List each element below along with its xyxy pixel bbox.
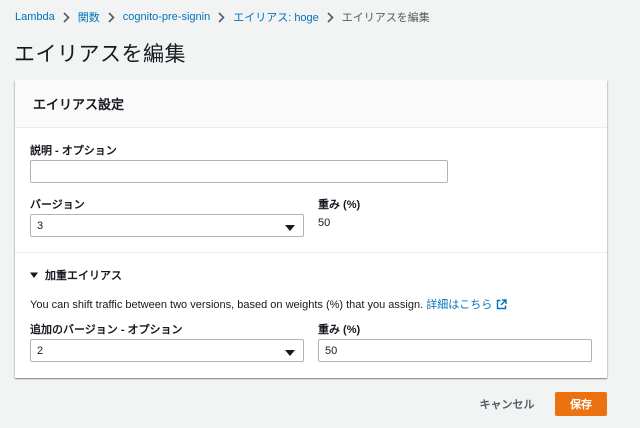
version-label: バージョン bbox=[30, 199, 85, 211]
description-label: 説明 - オプション bbox=[30, 145, 117, 157]
save-button[interactable]: 保存 bbox=[555, 392, 607, 416]
weighted-help-text: You can shift traffic between two versio… bbox=[30, 299, 424, 311]
learn-more-link[interactable]: 詳細はこちら bbox=[426, 299, 507, 311]
version-select-value: 3 bbox=[37, 219, 44, 232]
extra-weight-input[interactable] bbox=[318, 339, 592, 362]
cancel-button[interactable]: キャンセル bbox=[470, 392, 544, 416]
learn-more-label: 詳細はこちら bbox=[426, 299, 493, 311]
weight-value: 50 bbox=[318, 217, 331, 229]
version-select[interactable]: 3 bbox=[30, 214, 304, 237]
external-link-icon bbox=[496, 299, 507, 313]
breadcrumb-lambda[interactable]: Lambda bbox=[15, 11, 55, 23]
extra-weight-label: 重み (%) bbox=[318, 324, 361, 336]
chevron-right-icon bbox=[327, 11, 334, 23]
panel-title: エイリアス設定 bbox=[33, 97, 125, 112]
breadcrumb-functions[interactable]: 関数 bbox=[78, 9, 100, 25]
chevron-right-icon bbox=[63, 11, 70, 23]
weighted-alias-label: 加重エイリアス bbox=[45, 270, 122, 282]
panel-header: エイリアス設定 bbox=[15, 80, 607, 128]
description-input[interactable] bbox=[30, 160, 448, 183]
breadcrumb: Lambda 関数 cognito-pre-signin エイリアス: hoge… bbox=[15, 8, 430, 26]
caret-down-icon bbox=[285, 348, 295, 360]
section-divider bbox=[15, 252, 607, 253]
alias-settings-panel: エイリアス設定 説明 - オプション バージョン 3 重み (%) 50 加重エ… bbox=[15, 80, 607, 378]
caret-down-icon bbox=[285, 223, 295, 235]
chevron-right-icon bbox=[108, 11, 115, 23]
page-title: エイリアスを編集 bbox=[14, 43, 186, 66]
triangle-down-icon bbox=[30, 272, 38, 279]
breadcrumb-alias[interactable]: エイリアス: hoge bbox=[233, 9, 319, 25]
breadcrumb-function-name[interactable]: cognito-pre-signin bbox=[123, 11, 210, 23]
breadcrumb-current: エイリアスを編集 bbox=[341, 12, 430, 24]
extra-version-label: 追加のバージョン - オプション bbox=[30, 324, 183, 336]
weight-label: 重み (%) bbox=[318, 199, 361, 211]
weighted-alias-toggle[interactable]: 加重エイリアス bbox=[30, 267, 122, 283]
extra-version-select[interactable]: 2 bbox=[30, 339, 304, 362]
weighted-help: You can shift traffic between two versio… bbox=[30, 296, 507, 313]
extra-version-select-value: 2 bbox=[37, 344, 44, 357]
chevron-right-icon bbox=[218, 11, 225, 23]
